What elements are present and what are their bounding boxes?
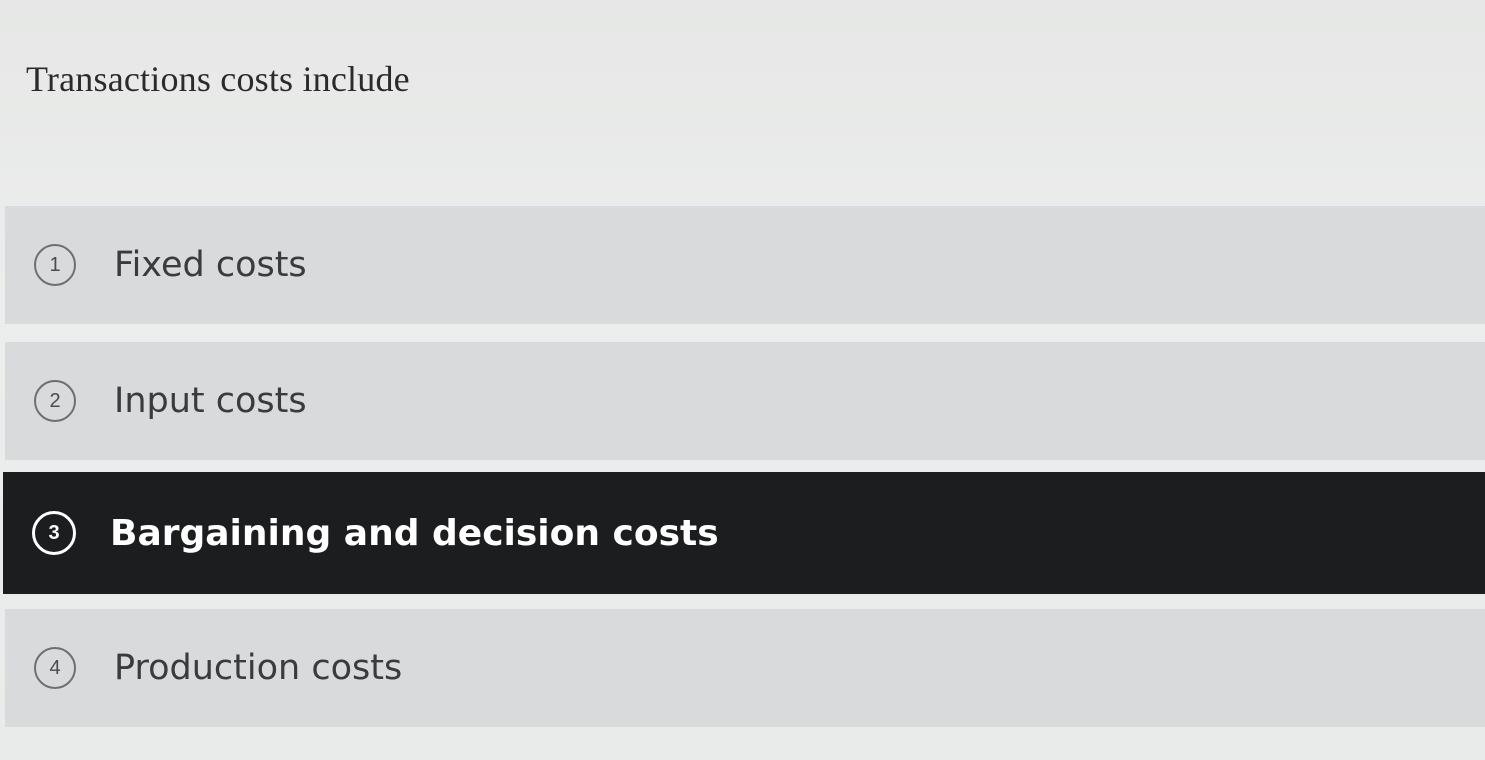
option-label: Fixed costs bbox=[114, 245, 307, 285]
option-label: Input costs bbox=[114, 381, 307, 421]
answer-option-4[interactable]: 4 Production costs bbox=[5, 609, 1485, 727]
answer-option-1[interactable]: 1 Fixed costs bbox=[5, 206, 1485, 324]
option-number-badge: 4 bbox=[34, 647, 76, 689]
question-text: Transactions costs include bbox=[26, 59, 410, 99]
answer-option-2[interactable]: 2 Input costs bbox=[5, 342, 1485, 460]
option-number-badge: 2 bbox=[34, 380, 76, 422]
option-label: Bargaining and decision costs bbox=[110, 512, 719, 554]
option-label: Production costs bbox=[114, 648, 403, 688]
option-number-badge: 1 bbox=[34, 244, 76, 286]
answer-option-3-selected[interactable]: 3 Bargaining and decision costs bbox=[3, 472, 1485, 594]
option-number-badge: 3 bbox=[32, 511, 76, 555]
